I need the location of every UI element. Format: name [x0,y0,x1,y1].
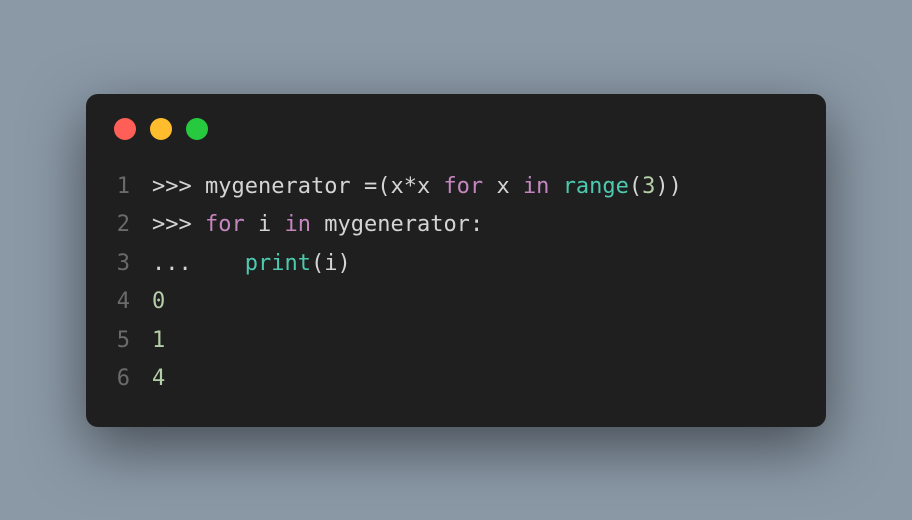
code-line: 1 >>> mygenerator =(x*x for x in range(3… [114,168,798,207]
line-number: 1 [114,168,152,207]
code-line: 2 >>> for i in mygenerator: [114,206,798,245]
line-number: 5 [114,322,152,361]
maximize-icon[interactable] [186,118,208,140]
code-line: 4 0 [114,283,798,322]
line-number: 2 [114,206,152,245]
code-content: >>> mygenerator =(x*x for x in range(3)) [152,168,682,207]
code-content: >>> for i in mygenerator: [152,206,483,245]
code-line: 6 4 [114,360,798,399]
code-line: 5 1 [114,322,798,361]
line-number: 3 [114,245,152,284]
code-content: ... print(i) [152,245,351,284]
code-editor: 1 >>> mygenerator =(x*x for x in range(3… [114,168,798,399]
line-number: 4 [114,283,152,322]
output-value: 1 [152,322,165,361]
output-value: 0 [152,283,165,322]
code-line: 3 ... print(i) [114,245,798,284]
close-icon[interactable] [114,118,136,140]
code-window: 1 >>> mygenerator =(x*x for x in range(3… [86,94,826,427]
line-number: 6 [114,360,152,399]
window-controls [114,118,798,140]
minimize-icon[interactable] [150,118,172,140]
output-value: 4 [152,360,165,399]
